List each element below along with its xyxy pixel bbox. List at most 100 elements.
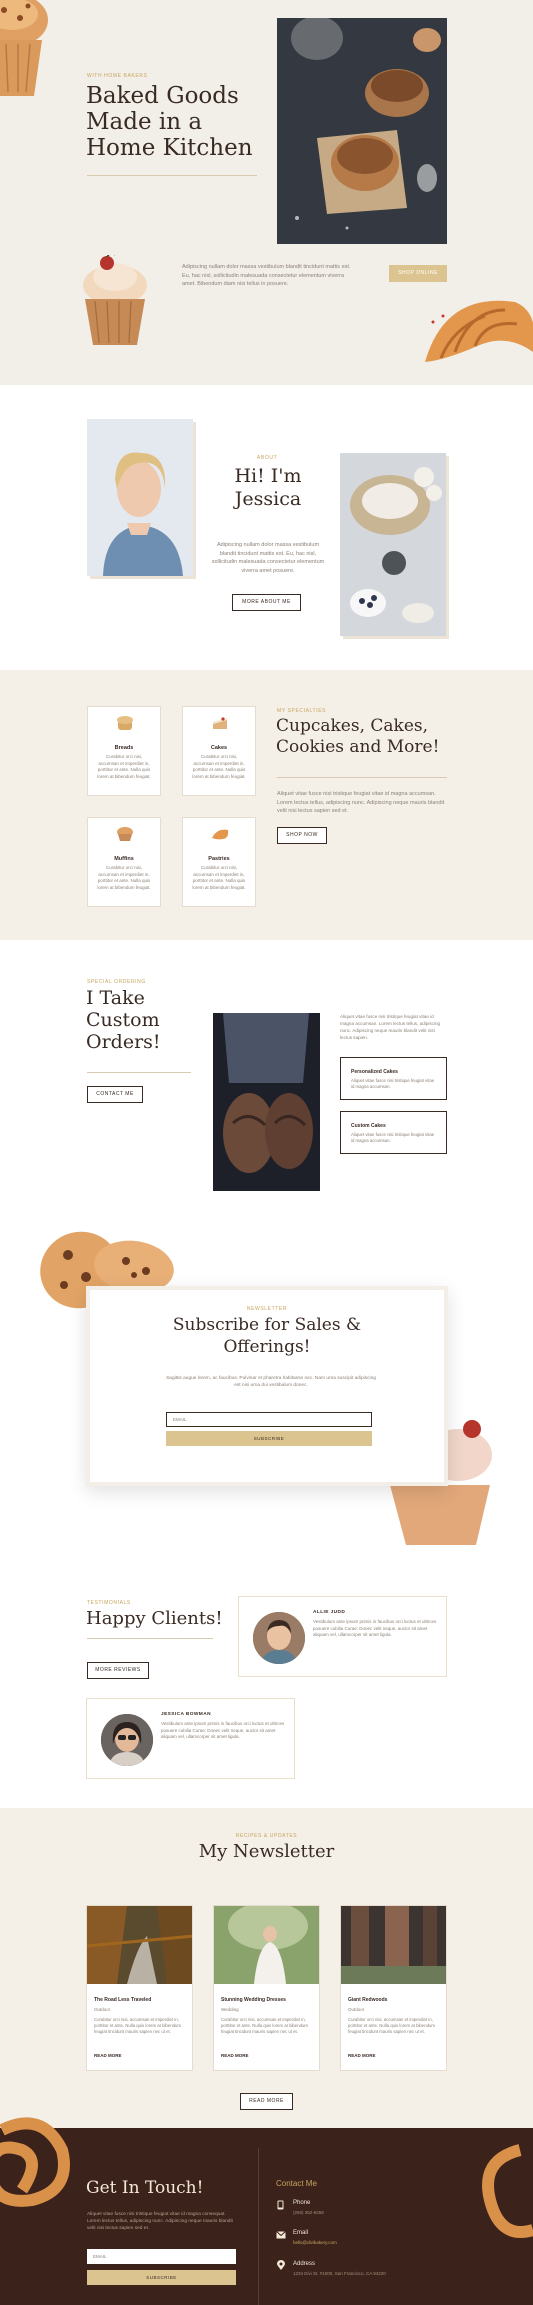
specialties-section: Breads Curabitur orci nisi, accumsan et … <box>0 670 533 940</box>
testimonials-eyebrow: TESTIMONIALS <box>87 1600 131 1606</box>
hero-title: Baked Goods Made in a Home Kitchen <box>86 83 253 161</box>
orders-divider <box>87 1072 191 1073</box>
blog-post-card[interactable]: Stunning Wedding Dresses Wedding Curabit… <box>213 1905 320 2071</box>
testimonial-card: ALLIE JUDD Vestibulum ante ipsum primis … <box>238 1596 447 1677</box>
more-reviews-button[interactable]: MORE REVIEWS <box>87 1662 149 1679</box>
cake-icon <box>212 717 228 729</box>
specialty-card[interactable]: Cakes Curabitur orci nisi, accumsan et i… <box>182 706 256 796</box>
blog-post-card[interactable]: The Road Less Traveled Outdoor Curabitur… <box>86 1905 193 2071</box>
subscribe-eyebrow: NEWSLETTER <box>246 1306 288 1312</box>
specialties-title: Cupcakes, Cakes, Cookies and More! <box>276 716 439 758</box>
post-category[interactable]: Wedding <box>221 2007 239 2012</box>
read-more-link[interactable]: READ MORE <box>94 2053 122 2058</box>
specialty-name: Cakes <box>210 745 228 751</box>
muffin-illustration <box>0 0 48 96</box>
specialty-card[interactable]: Muffins Curabitur orci nisi, accumsan et… <box>87 817 161 907</box>
testimonial-card: JESSICA BOWMAN Vestibulum ante ipsum pri… <box>86 1698 295 1779</box>
about-section: ABOUT Hi! I'm Jessica Adipiscing nullam … <box>0 385 533 670</box>
about-title: Hi! I'm Jessica <box>220 465 316 511</box>
orders-title-line: Custom <box>86 1009 160 1031</box>
address-label: Address <box>293 2261 316 2267</box>
footer-vertical-divider <box>258 2148 259 2305</box>
blog-post-card[interactable]: Giant Redwoods Outdoor Curabitur orci ni… <box>340 1905 447 2071</box>
post-image <box>214 1906 319 1984</box>
specialty-name: Breads <box>114 745 134 751</box>
subscribe-button[interactable]: SUBSCRIBE <box>166 1431 372 1446</box>
order-option-title: Personalized Cakes <box>351 1069 398 1075</box>
post-excerpt: Curabitur orci nisi, accumsan et imperdi… <box>94 2017 181 2034</box>
read-more-button[interactable]: READ MORE <box>240 2093 293 2110</box>
post-image <box>87 1906 192 1984</box>
cupcake-illustration <box>83 255 147 345</box>
email-label: Email <box>293 2230 309 2236</box>
orders-text: Aliquet vitae fusce nisi tristique feugi… <box>340 1014 441 1040</box>
jessica-portrait <box>87 419 193 576</box>
orders-title: I Take Custom Orders! <box>86 987 161 1053</box>
post-excerpt: Curabitur orci nisi, accumsan et imperdi… <box>348 2017 435 2034</box>
contact-title: Contact Me <box>276 2179 317 2188</box>
hero-title-line: Baked Goods <box>86 83 239 109</box>
orders-title-line: Orders! <box>86 1031 161 1053</box>
order-option-text: Aliquet vitae fusce nisi tristique feugi… <box>351 1132 435 1143</box>
order-option-card[interactable]: Custom Cakes Aliquet vitae fusce nisi tr… <box>340 1111 447 1154</box>
testimonials-section: TESTIMONIALS Happy Clients! MORE REVIEWS… <box>0 1550 533 1808</box>
post-title[interactable]: Stunning Wedding Dresses <box>221 1997 286 2003</box>
specialty-card[interactable]: Pastries Curabitur orci nisi, accumsan e… <box>182 817 256 907</box>
subscribe-title-line: Offerings! <box>223 1337 311 1357</box>
about-text: Adipiscing nullam dolor massa vestibulum… <box>211 542 325 574</box>
avatar <box>101 1714 153 1766</box>
post-category[interactable]: Outdoor <box>94 2007 110 2012</box>
hero-title-line: Home Kitchen <box>86 135 253 161</box>
specialty-name: Pastries <box>208 856 230 862</box>
subscribe-email-input[interactable]: EMAIL <box>166 1412 372 1427</box>
footer-title: Get In Touch! <box>86 2178 204 2198</box>
review-text: Vestibulum ante ipsum primis in faucibus… <box>313 1619 437 1637</box>
post-category[interactable]: Outdoor <box>348 2007 364 2012</box>
specialties-divider <box>277 777 447 778</box>
custom-orders-section: SPECIAL ORDERING I Take Custom Orders! C… <box>0 940 533 1210</box>
pretzel-illustration <box>0 2117 70 2207</box>
reviewer-name: JESSICA BOWMAN <box>161 1712 211 1717</box>
newsletter-eyebrow: RECIPES & UPDATES <box>235 1833 298 1839</box>
phone-value[interactable]: (255) 352-6258 <box>293 2210 324 2215</box>
order-option-card[interactable]: Personalized Cakes Aliquet vitae fusce n… <box>340 1057 447 1100</box>
muffin-icon <box>117 827 133 841</box>
review-text: Vestibulum ante ipsum primis in faucibus… <box>161 1721 285 1739</box>
footer-section: Get In Touch! Aliquet vitae fusce nisi t… <box>0 2110 533 2305</box>
email-value[interactable]: hello@divibakery.com <box>293 2240 337 2245</box>
testimonials-divider <box>87 1638 213 1639</box>
specialty-card[interactable]: Breads Curabitur orci nisi, accumsan et … <box>87 706 161 796</box>
more-about-me-button[interactable]: MORE ABOUT ME <box>232 594 301 611</box>
specialty-name: Muffins <box>114 856 134 862</box>
contact-me-button[interactable]: CONTACT ME <box>87 1086 143 1103</box>
shop-now-button[interactable]: SHOP NOW <box>277 827 327 844</box>
orders-title-line: I Take <box>86 987 145 1009</box>
baking-ingredients-photo <box>340 453 446 636</box>
subscribe-card: NEWSLETTER Subscribe for Sales & Offerin… <box>86 1286 448 1486</box>
footer-subscribe-button[interactable]: SUBSCRIBE <box>87 2270 236 2285</box>
specialties-title-line: Cupcakes, Cakes, <box>276 716 429 736</box>
hero-eyebrow: WITH HOME BAKERS <box>87 73 148 79</box>
testimonials-title: Happy Clients! <box>86 1608 223 1629</box>
bread-icon <box>117 716 133 730</box>
specialties-eyebrow: MY SPECIALTIES <box>277 708 327 714</box>
orders-eyebrow: SPECIAL ORDERING <box>87 979 146 985</box>
location-pin-icon <box>277 2260 285 2270</box>
read-more-link[interactable]: READ MORE <box>348 2053 376 2058</box>
footer-email-input[interactable]: EMAIL <box>87 2249 236 2264</box>
specialties-title-line: Cookies and More! <box>276 737 440 757</box>
specialties-text: Aliquet vitae fusce nisi tristique feugi… <box>277 791 445 814</box>
post-title[interactable]: The Road Less Traveled <box>94 1997 151 2003</box>
post-title[interactable]: Giant Redwoods <box>348 1997 387 2003</box>
hero-text: Adipiscing nullam dolor massa vestibulum… <box>182 264 351 287</box>
subscribe-title: Subscribe for Sales & Offerings! <box>90 1314 444 1358</box>
newsletter-title: My Newsletter <box>198 1841 335 1862</box>
hero-divider <box>87 175 257 176</box>
hero-muffin-photo <box>277 18 447 244</box>
pretzel-illustration-right <box>482 2144 533 2238</box>
subscribe-title-line: Subscribe for Sales & <box>172 1315 362 1335</box>
specialty-text: Curabitur orci nisi, accumsan et imperdi… <box>192 865 246 890</box>
croissant-illustration <box>425 300 533 362</box>
hero-title-line: Made in a <box>86 109 203 135</box>
read-more-link[interactable]: READ MORE <box>221 2053 249 2058</box>
